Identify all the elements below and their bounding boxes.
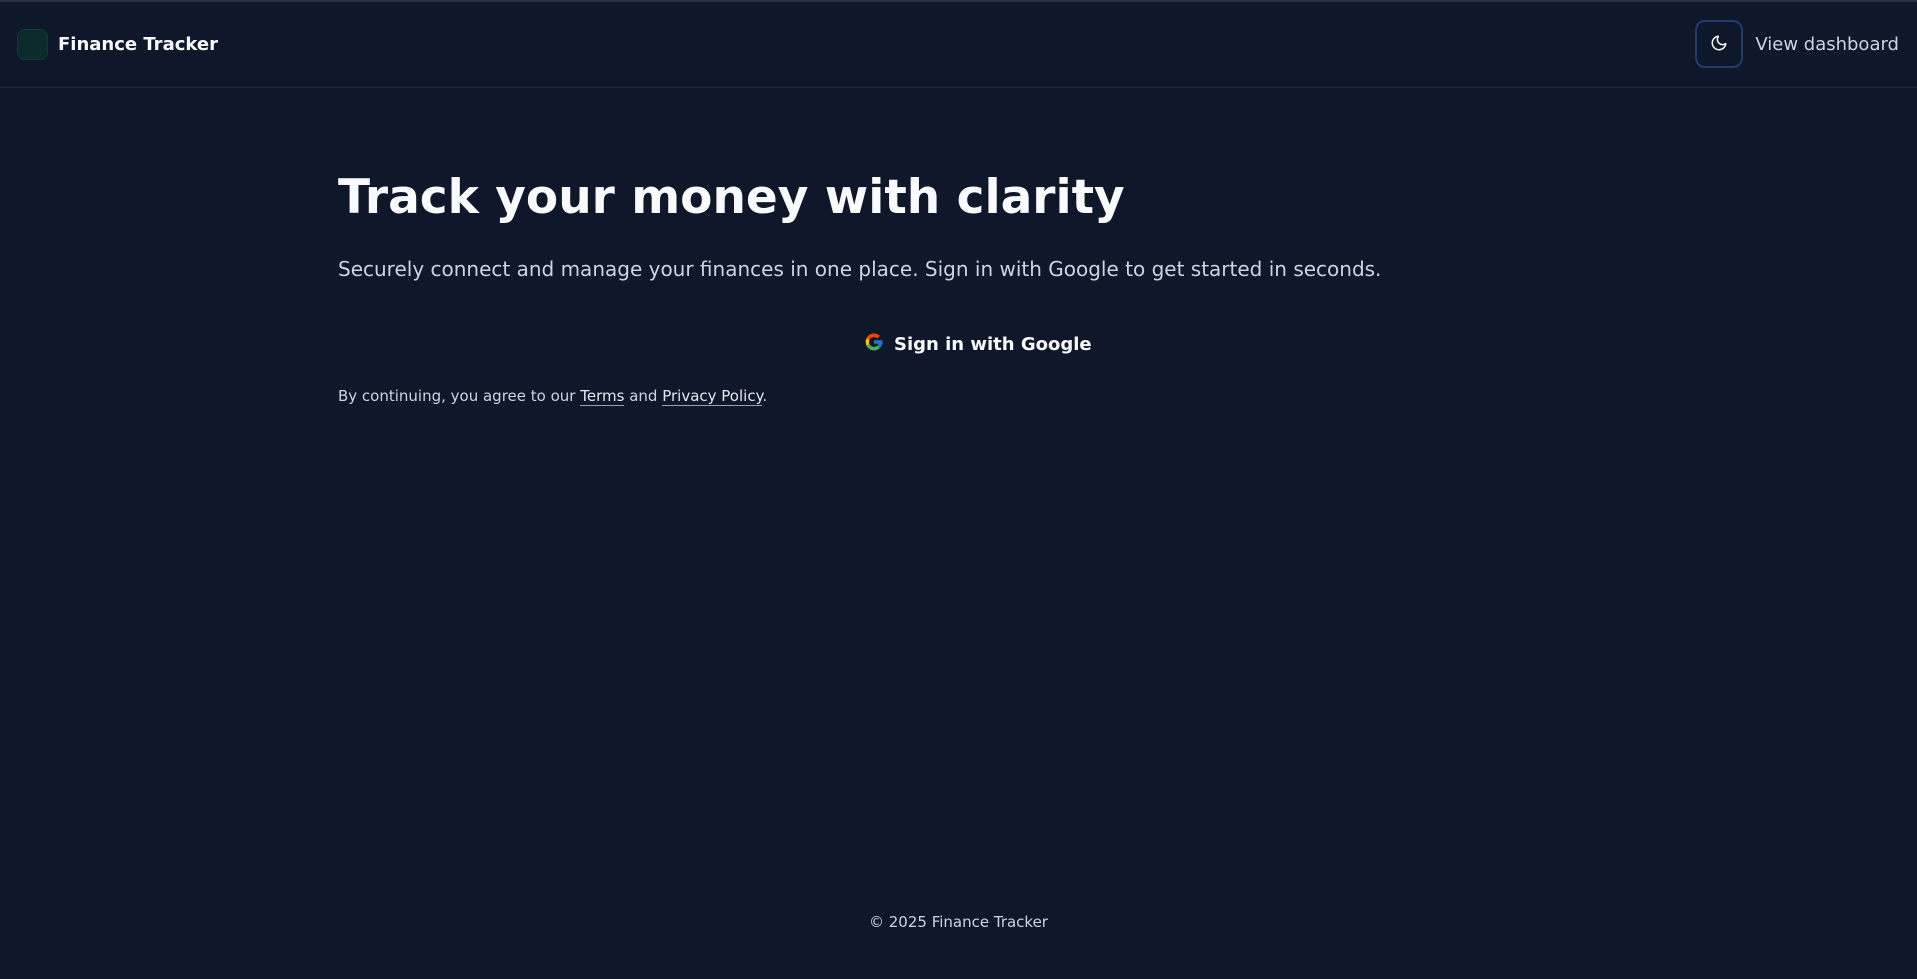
legal-and: and (629, 387, 658, 405)
site-header: Finance Tracker View dashboard (0, 2, 1917, 88)
theme-toggle-button[interactable] (1695, 20, 1744, 68)
brand-logo (17, 29, 48, 60)
terms-link[interactable]: Terms (580, 387, 625, 406)
view-dashboard-link[interactable]: View dashboard (1755, 34, 1899, 55)
header-actions: View dashboard (1695, 20, 1899, 68)
site-footer: © 2025 Finance Tracker (0, 913, 1917, 931)
brand-name: Finance Tracker (58, 34, 218, 55)
legal-prefix: By continuing, you agree to our (338, 387, 576, 405)
copyright-text: © 2025 Finance Tracker (869, 913, 1048, 931)
google-signin-button[interactable]: Sign in with Google (864, 332, 1092, 357)
moon-icon (1710, 34, 1728, 55)
brand[interactable]: Finance Tracker (17, 29, 218, 60)
privacy-policy-link[interactable]: Privacy Policy (662, 387, 763, 406)
legal-suffix: . (762, 387, 768, 405)
google-button-label: Sign in with Google (894, 334, 1092, 355)
legal-notice: By continuing, you agree to our Terms an… (338, 387, 768, 406)
hero-title: Track your money with clarity (338, 170, 1125, 225)
google-icon (864, 332, 884, 357)
hero-subtitle: Securely connect and manage your finance… (338, 256, 1382, 281)
hero-section: Track your money with clarity Securely c… (338, 172, 1588, 282)
